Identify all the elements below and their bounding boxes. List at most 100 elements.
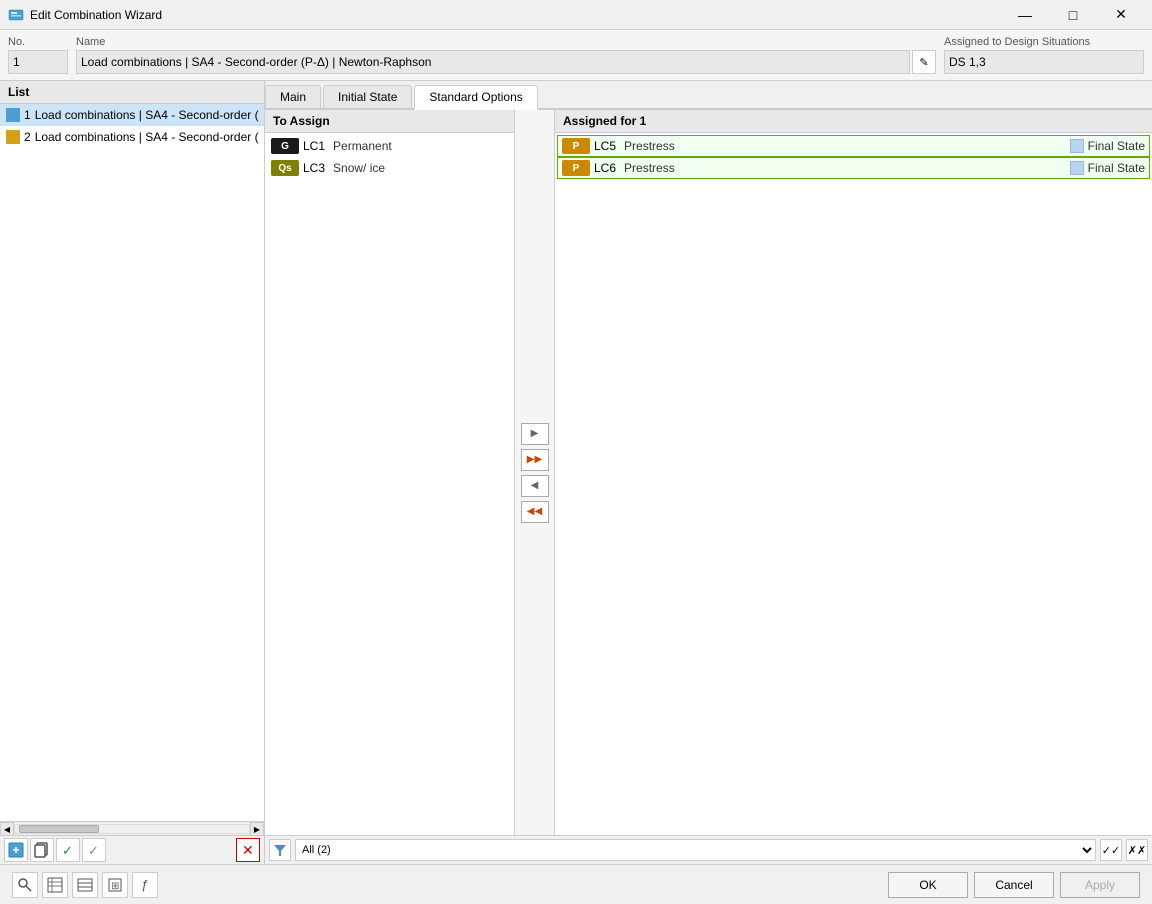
function-button[interactable]: ƒ <box>132 872 158 898</box>
tab-standard-options[interactable]: Standard Options <box>414 85 537 110</box>
lc5-type: Prestress <box>624 139 675 153</box>
to-assign-header: To Assign <box>265 110 514 133</box>
assigned-item[interactable]: P LC5 Prestress Final State <box>557 135 1150 157</box>
list-panel: List 1 Load combinations | SA4 - Second-… <box>0 81 265 864</box>
name-field-inner: ✎ <box>76 50 936 74</box>
assign-item[interactable]: Qs LC3 Snow/ ice <box>267 157 512 179</box>
filter-icon-button[interactable] <box>269 839 291 861</box>
filter-uncheck-all[interactable]: ✗✗ <box>1126 839 1148 861</box>
svg-text:✓: ✓ <box>62 843 73 858</box>
copy-item-button[interactable] <box>30 838 54 862</box>
list-item-number: 1 <box>24 108 31 122</box>
ok-button[interactable]: OK <box>888 872 968 898</box>
delete-button[interactable]: ✕ <box>236 838 260 862</box>
list-header: List <box>0 81 264 104</box>
search-button[interactable] <box>12 872 38 898</box>
minimize-button[interactable]: — <box>1002 0 1048 30</box>
tab-main[interactable]: Main <box>265 85 321 108</box>
lc-badge-g: G <box>271 138 299 154</box>
list-item[interactable]: 2 Load combinations | SA4 - Second-order… <box>0 126 264 148</box>
transfer-right-all[interactable]: ▶▶ <box>521 449 549 471</box>
list-body: 1 Load combinations | SA4 - Second-order… <box>0 104 264 821</box>
header-row: No. Name ✎ Assigned to Design Situations <box>0 30 1152 81</box>
transfer-left-all[interactable]: ◀◀ <box>521 501 549 523</box>
lc1-type: Permanent <box>333 139 392 153</box>
uncheck-button[interactable]: ✓ <box>82 838 106 862</box>
tab-content: To Assign G LC1 Permanent Qs LC3 Snow/ i… <box>265 110 1152 835</box>
svg-text:+: + <box>12 843 19 857</box>
name-field: Name ✎ <box>76 36 936 74</box>
assigned-header: Assigned for 1 <box>555 110 1152 133</box>
no-field: No. <box>8 36 68 74</box>
lc5-state: Final State <box>1070 139 1145 153</box>
lc3-name: LC3 <box>303 161 325 175</box>
window-title: Edit Combination Wizard <box>30 8 1002 22</box>
list-item-icon-yellow <box>6 130 20 144</box>
list-item[interactable]: 1 Load combinations | SA4 - Second-order… <box>0 104 264 126</box>
lc6-state-label: Final State <box>1088 161 1145 175</box>
assigned-field: Assigned to Design Situations <box>944 36 1144 74</box>
edit-name-button[interactable]: ✎ <box>912 50 936 74</box>
lc6-name: LC6 <box>594 161 616 175</box>
lc-badge-p1: P <box>562 138 590 154</box>
cancel-button[interactable]: Cancel <box>974 872 1054 898</box>
list-item-icon-blue <box>6 108 20 122</box>
dialog-buttons: OK Cancel Apply <box>888 872 1140 898</box>
scroll-right-arrow[interactable]: ▶ <box>250 822 264 835</box>
svg-text:✓: ✓ <box>88 843 99 858</box>
name-input[interactable] <box>76 50 910 74</box>
window-controls: — □ ✕ <box>1002 0 1144 30</box>
assigned-input[interactable] <box>944 50 1144 74</box>
lc5-state-label: Final State <box>1088 139 1145 153</box>
title-bar: Edit Combination Wizard — □ ✕ <box>0 0 1152 30</box>
assigned-item[interactable]: P LC6 Prestress Final State <box>557 157 1150 179</box>
name-label: Name <box>76 36 936 48</box>
no-input[interactable] <box>8 50 68 74</box>
tab-initial-state[interactable]: Initial State <box>323 85 412 108</box>
lc6-state-checkbox[interactable] <box>1070 161 1084 175</box>
no-label: No. <box>8 36 68 48</box>
lc1-name: LC1 <box>303 139 325 153</box>
assigned-panel: Assigned for 1 P LC5 Prestress Final Sta… <box>555 110 1152 835</box>
lc5-name: LC5 <box>594 139 616 153</box>
filter-select[interactable]: All (2) <box>295 839 1096 861</box>
list-view-button[interactable] <box>72 872 98 898</box>
close-button[interactable]: ✕ <box>1098 0 1144 30</box>
main-panel: Main Initial State Standard Options To A… <box>265 81 1152 864</box>
maximize-button[interactable]: □ <box>1050 0 1096 30</box>
tree-view-button[interactable]: ⊞ <box>102 872 128 898</box>
svg-text:✕: ✕ <box>242 842 254 858</box>
check-button[interactable]: ✓ <box>56 838 80 862</box>
apply-button[interactable]: Apply <box>1060 872 1140 898</box>
bottom-toolbar: ⊞ ƒ <box>12 872 158 898</box>
list-horiz-scroll[interactable]: ◀ ▶ <box>0 821 264 835</box>
list-item-text: Load combinations | SA4 - Second-order ( <box>35 108 259 122</box>
list-toolbar: + ✓ ✓ ✕ <box>0 835 264 864</box>
app-icon <box>8 7 24 23</box>
transfer-right-single[interactable]: ▶ <box>521 423 549 445</box>
lc3-type: Snow/ ice <box>333 161 385 175</box>
main-container: No. Name ✎ Assigned to Design Situations… <box>0 30 1152 864</box>
assigned-body: P LC5 Prestress Final State P LC6 Prestr… <box>555 133 1152 835</box>
tabs-bar: Main Initial State Standard Options <box>265 81 1152 110</box>
new-item-button[interactable]: + <box>4 838 28 862</box>
content-area: List 1 Load combinations | SA4 - Second-… <box>0 81 1152 864</box>
bottom-bar: ⊞ ƒ OK Cancel Apply <box>0 864 1152 904</box>
lc-badge-qs: Qs <box>271 160 299 176</box>
filter-bar: All (2) ✓✓ ✗✗ <box>265 835 1152 864</box>
assign-item[interactable]: G LC1 Permanent <box>267 135 512 157</box>
transfer-left-single[interactable]: ◀ <box>521 475 549 497</box>
table-view-button[interactable] <box>42 872 68 898</box>
scroll-left-arrow[interactable]: ◀ <box>0 822 14 835</box>
function-icon: ƒ <box>141 877 148 892</box>
filter-check-all[interactable]: ✓✓ <box>1100 839 1122 861</box>
list-item-text: Load combinations | SA4 - Second-order ( <box>35 130 259 144</box>
lc6-type: Prestress <box>624 161 675 175</box>
transfer-panel: ▶ ▶▶ ◀ ◀◀ <box>515 110 555 835</box>
to-assign-body: G LC1 Permanent Qs LC3 Snow/ ice <box>265 133 514 835</box>
svg-text:⊞: ⊞ <box>111 881 119 892</box>
lc5-state-checkbox[interactable] <box>1070 139 1084 153</box>
list-item-number: 2 <box>24 130 31 144</box>
to-assign-panel: To Assign G LC1 Permanent Qs LC3 Snow/ i… <box>265 110 515 835</box>
assigned-label: Assigned to Design Situations <box>944 36 1144 48</box>
